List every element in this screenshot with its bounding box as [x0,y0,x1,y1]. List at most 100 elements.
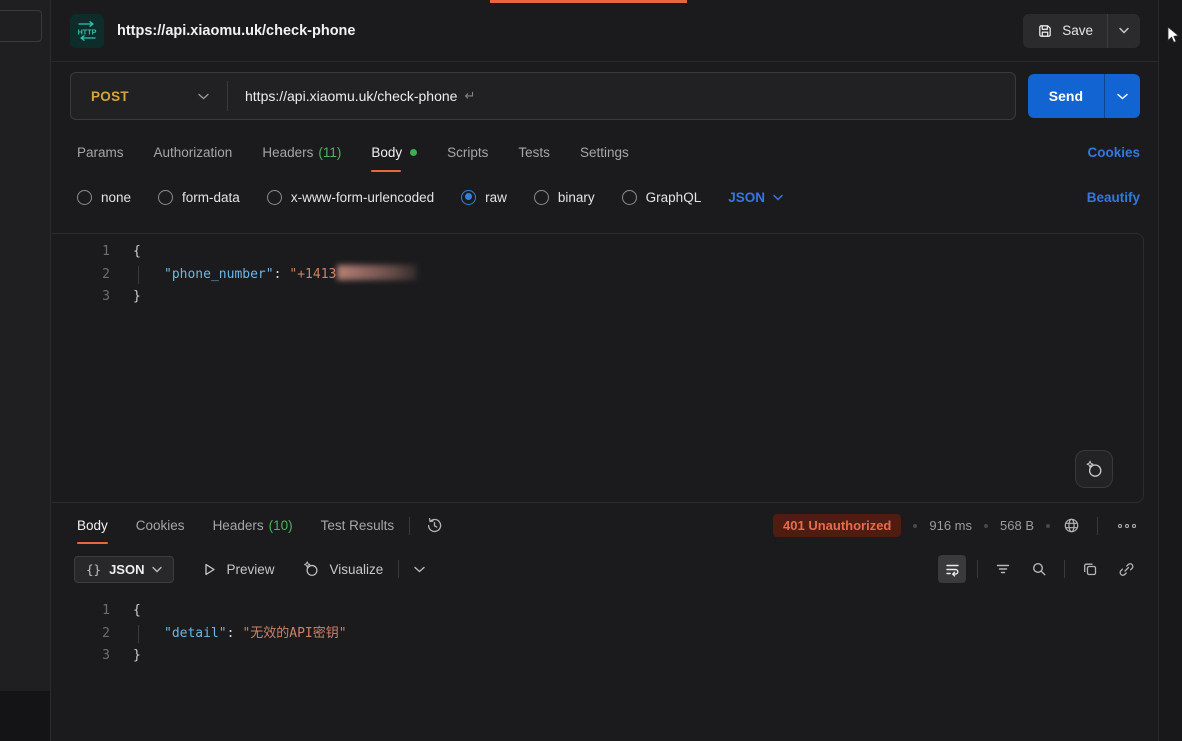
play-icon [202,562,217,577]
postbot-sparkle-icon [1084,459,1104,479]
tab-authorization-label: Authorization [154,145,233,160]
response-tab-test-results-label: Test Results [321,518,395,533]
wrap-text-icon [944,561,961,578]
line-number: 3 [52,645,110,668]
url-input[interactable]: https://api.xiaomu.uk/check-phone [245,88,457,104]
radio-graphql[interactable]: GraphQL [622,190,702,205]
response-tab-body[interactable]: Body [77,503,108,548]
tab-params-label: Params [77,145,124,160]
method-selector[interactable]: POST [71,89,209,104]
save-options-button[interactable] [1107,14,1140,48]
code-line: 3 } [52,286,1143,309]
radio-icon [534,190,549,205]
tab-tests[interactable]: Tests [518,130,550,174]
raw-format-selector[interactable]: JSON [728,190,783,205]
divider [1064,560,1065,578]
visualize-button[interactable]: Visualize [302,560,383,578]
filter-icon [995,561,1011,577]
response-tab-test-results[interactable]: Test Results [321,503,395,548]
tab-headers-label: Headers [262,145,313,160]
dot-separator [1046,524,1050,528]
code-token: } [133,648,141,663]
dot-separator [984,524,988,528]
response-format-selector[interactable]: {} JSON [74,556,174,583]
rail-bottom-strip [0,691,50,741]
chevron-down-icon [773,194,783,201]
save-button-label: Save [1062,23,1093,38]
response-tab-headers-label: Headers [213,518,264,533]
response-body-viewer[interactable]: 1 { 2 "detail":"无效的API密钥" 3 } [52,590,1158,668]
response-headers-count-badge: (10) [269,518,293,533]
radio-raw-label: raw [485,190,507,205]
save-button-group: Save [1023,14,1140,48]
cookies-link[interactable]: Cookies [1087,145,1140,160]
radio-none-label: none [101,190,131,205]
radio-icon [158,190,173,205]
tab-body[interactable]: Body [371,130,417,174]
request-body-editor[interactable]: 1 { 2 "phone_number":"+1413 3 } [52,233,1144,503]
response-tab-headers[interactable]: Headers (10) [213,503,293,548]
network-globe-icon[interactable] [1062,516,1081,535]
wrap-text-button[interactable] [938,555,966,583]
code-line: 2 "detail":"无效的API密钥" [52,623,1158,646]
save-button[interactable]: Save [1023,14,1107,48]
request-panel: HTTP https://api.xiaomu.uk/check-phone S… [52,0,1158,741]
tab-scripts-label: Scripts [447,145,488,160]
send-button[interactable]: Send [1028,74,1104,118]
json-value: "无效的API密钥" [242,626,346,641]
response-time: 916 ms [929,518,972,533]
copy-icon [1082,561,1098,577]
line-number: 3 [52,286,110,309]
json-key: "detail" [133,626,227,641]
tab-tests-label: Tests [518,145,550,160]
tab-settings[interactable]: Settings [580,130,629,174]
beautify-link[interactable]: Beautify [1087,190,1140,205]
radio-urlencoded[interactable]: x-www-form-urlencoded [267,190,434,205]
response-status-group: 401 Unauthorized 916 ms 568 B [773,514,1140,537]
link-button[interactable] [1112,555,1140,583]
chevron-down-icon [1119,27,1129,34]
tab-authorization[interactable]: Authorization [154,130,233,174]
response-toolbar-icons [938,555,1140,583]
radio-form-data[interactable]: form-data [158,190,240,205]
divider [1097,517,1098,535]
radio-none[interactable]: none [77,190,131,205]
response-header: Body Cookies Headers (10) Test Results 4… [52,503,1158,548]
chevron-down-icon[interactable] [414,566,425,573]
visualize-label: Visualize [329,562,383,577]
preview-button[interactable]: Preview [202,562,274,577]
response-format-label: JSON [109,562,144,577]
send-button-group: Send [1028,74,1140,118]
url-input-box: POST https://api.xiaomu.uk/check-phone ↵ [70,72,1016,120]
visualize-sparkle-icon [302,560,320,578]
response-tab-cookies[interactable]: Cookies [136,503,185,548]
radio-graphql-label: GraphQL [646,190,702,205]
active-tab-accent [490,0,687,3]
json-key: "phone_number" [133,267,274,282]
json-value-visible: "+1413 [289,267,336,282]
radio-binary-label: binary [558,190,595,205]
history-icon[interactable] [425,516,444,535]
tab-params[interactable]: Params [77,130,124,174]
code-line: 2 "phone_number":"+1413 [52,264,1143,287]
more-options-icon[interactable] [1114,520,1140,532]
line-number: 2 [52,264,110,287]
link-icon [1118,561,1135,578]
search-button[interactable] [1025,555,1053,583]
response-tab-body-label: Body [77,518,108,533]
postbot-button[interactable] [1075,450,1113,488]
tab-headers[interactable]: Headers (11) [262,130,341,174]
right-strip [1158,0,1182,741]
radio-binary[interactable]: binary [534,190,595,205]
radio-raw[interactable]: raw [461,190,507,205]
request-title: https://api.xiaomu.uk/check-phone [117,23,355,39]
headers-count-badge: (11) [318,145,341,160]
send-options-button[interactable] [1104,74,1140,118]
tab-scripts[interactable]: Scripts [447,130,488,174]
chevron-down-icon [152,566,162,573]
svg-text:HTTP: HTTP [78,27,97,36]
divider [409,517,410,535]
request-header: HTTP https://api.xiaomu.uk/check-phone S… [52,0,1158,62]
filter-button[interactable] [989,555,1017,583]
copy-button[interactable] [1076,555,1104,583]
